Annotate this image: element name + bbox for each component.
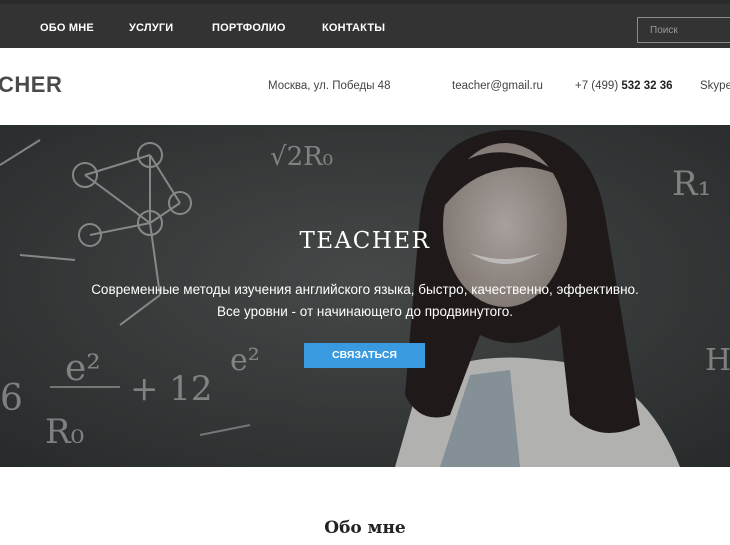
nav-item-portfolio[interactable]: ПОРТФОЛИО — [212, 22, 286, 34]
nav-item-contacts[interactable]: КОНТАКТЫ — [322, 22, 385, 34]
phone-number: 532 32 36 — [621, 80, 673, 92]
hero-subtitle-line1: Современные методы изучения английского … — [91, 282, 639, 297]
skype-link[interactable]: Skype — [700, 80, 730, 92]
header: CHER Москва, ул. Победы 48 teacher@gmail… — [0, 48, 730, 125]
top-navigation: ОБО МНЕ УСЛУГИ ПОРТФОЛИО КОНТАКТЫ — [0, 0, 730, 48]
phone-text: +7 (499) 532 32 36 — [575, 80, 673, 92]
search-input[interactable] — [637, 17, 730, 43]
contact-button[interactable]: СВЯЗАТЬСЯ — [304, 343, 425, 368]
hero-banner: √2R₀ R₁ e² + 12 R₀ e² H 6 TEACHER Соврем… — [0, 125, 730, 467]
hero-title: TEACHER — [299, 228, 431, 254]
email-link[interactable]: teacher@gmail.ru — [452, 80, 543, 92]
about-section-title: Обо мне — [324, 518, 406, 538]
nav-item-about[interactable]: ОБО МНЕ — [40, 22, 94, 34]
site-logo[interactable]: CHER — [0, 72, 62, 98]
nav-item-services[interactable]: УСЛУГИ — [129, 22, 173, 34]
address-text: Москва, ул. Победы 48 — [268, 80, 391, 92]
phone-prefix: +7 (499) — [575, 80, 619, 92]
hero-subtitle-line2: Все уровни - от начинающего до продвинут… — [216, 304, 513, 319]
